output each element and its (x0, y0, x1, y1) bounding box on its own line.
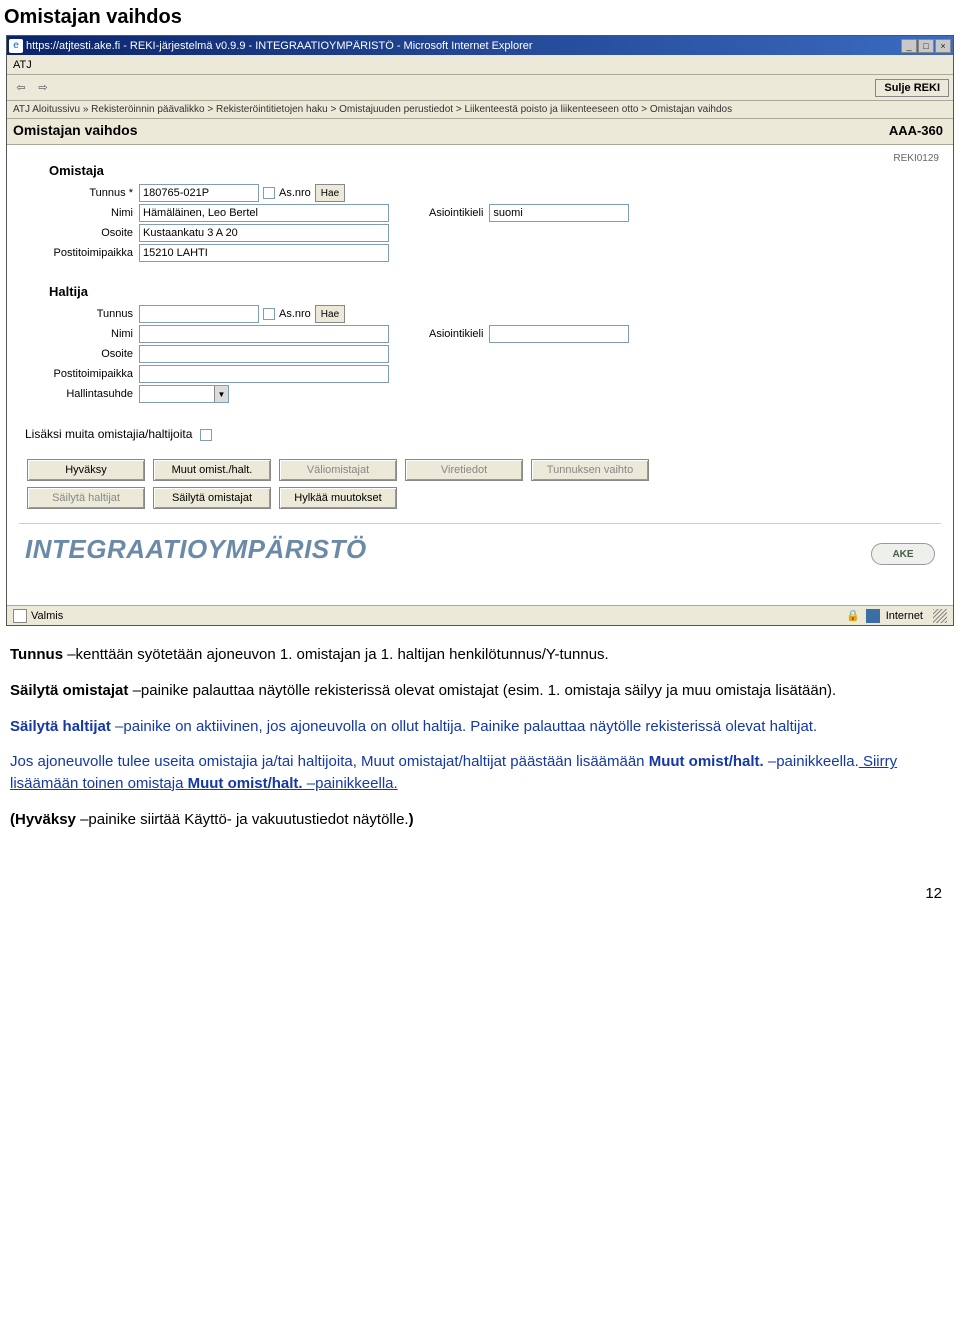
haltija-asnro-label: As.nro (279, 308, 311, 320)
close-button[interactable]: × (935, 39, 951, 53)
hallintasuhde-select[interactable]: ▼ (139, 385, 229, 403)
omistaja-asnro-checkbox[interactable] (263, 187, 275, 199)
window-title: https://atjtesti.ake.fi - REKI-järjestel… (26, 40, 901, 52)
haltija-heading: Haltija (49, 284, 941, 299)
chevron-down-icon: ▼ (214, 386, 228, 402)
omistaja-heading: Omistaja (49, 163, 941, 178)
status-bar: Valmis 🔒 Internet (7, 605, 953, 625)
haltija-osoite-input[interactable] (139, 345, 389, 363)
nimi-label: Nimi (19, 207, 139, 219)
sailyta-omistajat-button[interactable]: Säilytä omistajat (153, 487, 271, 509)
content-area: REKI0129 Omistaja Tunnus * As.nro Hae Ni… (7, 145, 953, 605)
environment-title: INTEGRAATIOYMPÄRISTÖ (25, 534, 367, 565)
ake-logo: AKE (871, 543, 935, 565)
viretiedot-button: Viretiedot (405, 459, 523, 481)
menu-atj[interactable]: ATJ (13, 59, 32, 71)
haltija-postitoimipaikka-input[interactable] (139, 365, 389, 383)
omistaja-postitoimipaikka-input[interactable] (139, 244, 389, 262)
status-text: Valmis (31, 610, 63, 622)
omistaja-hae-button[interactable]: Hae (315, 184, 345, 202)
page-number: 12 (0, 845, 960, 912)
omistaja-nimi-input[interactable] (139, 204, 389, 222)
navigation-toolbar: ⇦ ⇨ Sulje REKI (7, 75, 953, 101)
asnro-label: As.nro (279, 187, 311, 199)
haltija-nimi-label: Nimi (19, 328, 139, 340)
haltija-asnro-checkbox[interactable] (263, 308, 275, 320)
ie-icon: e (9, 39, 23, 53)
haltija-asiointikieli-input[interactable] (489, 325, 629, 343)
document-heading: Omistajan vaihdos (0, 0, 960, 35)
tunnuksen-vaihto-button: Tunnuksen vaihto (531, 459, 649, 481)
window-titlebar: e https://atjtesti.ake.fi - REKI-järjest… (7, 36, 953, 55)
lock-icon: 🔒 (846, 609, 860, 622)
resize-grip[interactable] (933, 609, 947, 623)
breadcrumb: ATJ Aloitussivu » Rekisteröinnin päävali… (7, 101, 953, 119)
hyvaksy-button[interactable]: Hyväksy (27, 459, 145, 481)
page-code: AAA-360 (889, 123, 943, 138)
omistaja-osoite-input[interactable] (139, 224, 389, 242)
hallintasuhde-label: Hallintasuhde (19, 388, 139, 400)
browser-window: e https://atjtesti.ake.fi - REKI-järjest… (6, 35, 954, 626)
haltija-osoite-label: Osoite (19, 348, 139, 360)
haltija-asiointikieli-label: Asiointikieli (429, 328, 483, 340)
postitoimipaikka-label: Postitoimipaikka (19, 247, 139, 259)
document-body-text: Tunnus –kenttään syötetään ajoneuvon 1. … (0, 626, 960, 831)
internet-zone-icon (866, 609, 880, 623)
lisaksi-checkbox[interactable] (200, 429, 212, 441)
sailyta-haltijat-button: Säilytä haltijat (27, 487, 145, 509)
lisaksi-label: Lisäksi muita omistajia/haltijoita (25, 427, 192, 441)
valiomistajat-button: Väliomistajat (279, 459, 397, 481)
tunnus-label: Tunnus * (19, 187, 139, 199)
page-title: Omistajan vaihdos (13, 122, 137, 138)
haltija-postitoimipaikka-label: Postitoimipaikka (19, 368, 139, 380)
sulje-reki-button[interactable]: Sulje REKI (875, 79, 949, 97)
haltija-tunnus-label: Tunnus (19, 308, 139, 320)
haltija-tunnus-input[interactable] (139, 305, 259, 323)
minimize-button[interactable]: _ (901, 39, 917, 53)
osoite-label: Osoite (19, 227, 139, 239)
forward-button[interactable]: ⇨ (33, 79, 53, 97)
page-header: Omistajan vaihdos AAA-360 (7, 119, 953, 145)
status-net-text: Internet (886, 610, 923, 622)
hylkaa-muutokset-button[interactable]: Hylkää muutokset (279, 487, 397, 509)
screen-code: REKI0129 (893, 153, 939, 164)
muut-omist-halt-button[interactable]: Muut omist./halt. (153, 459, 271, 481)
omistaja-asiointikieli-input[interactable] (489, 204, 629, 222)
menu-bar: ATJ (7, 55, 953, 75)
omistaja-tunnus-input[interactable] (139, 184, 259, 202)
haltija-nimi-input[interactable] (139, 325, 389, 343)
asiointikieli-label: Asiointikieli (429, 207, 483, 219)
haltija-hae-button[interactable]: Hae (315, 305, 345, 323)
back-button[interactable]: ⇦ (11, 79, 31, 97)
restore-button[interactable]: □ (918, 39, 934, 53)
status-icon (13, 609, 27, 623)
